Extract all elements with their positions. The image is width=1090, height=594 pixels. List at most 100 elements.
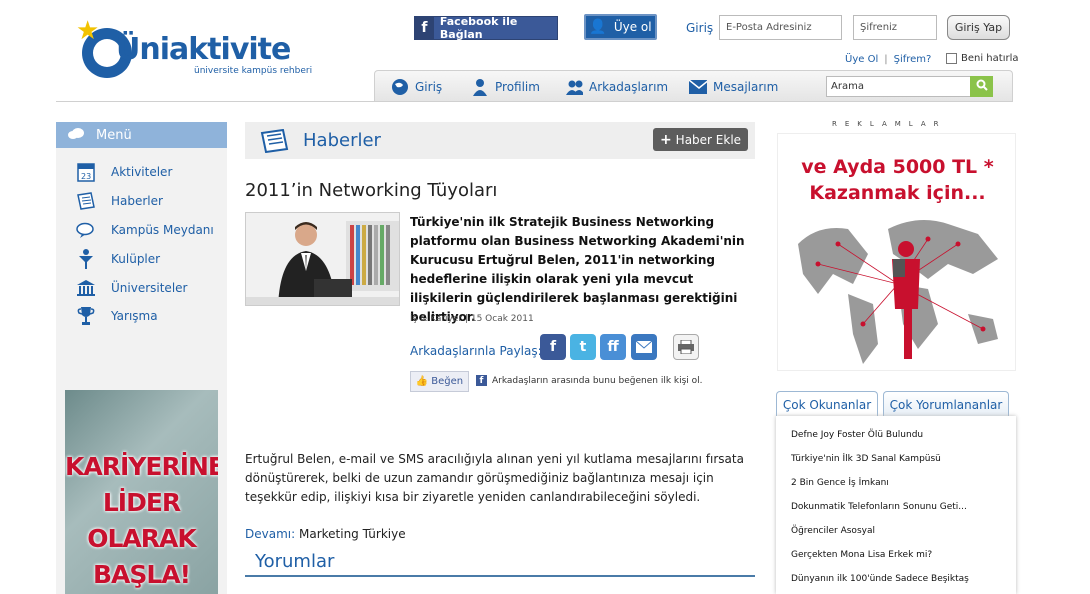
account-links: Üye Ol | Şifrem?	[845, 54, 931, 65]
like-button[interactable]: 👍 Beğen	[410, 371, 469, 392]
article-source: Devamı: Marketing Türkiye	[245, 527, 406, 541]
nav-item-arkadaslarim[interactable]: Arkadaşlarım	[565, 78, 668, 96]
add-news-button[interactable]: + Haber Ekle	[653, 128, 748, 151]
tab-cok-yorumlananlar[interactable]: Çok Yorumlananlar	[883, 391, 1009, 417]
list-item[interactable]: Dünyanın ilk 100'ünde Sadece Beşiktaş	[791, 574, 969, 584]
sidebar-item-haberler[interactable]: Haberler	[76, 191, 163, 211]
list-item[interactable]: 2 Bin Gence İş İmkanı	[791, 478, 889, 488]
trophy-icon	[76, 306, 96, 326]
list-item[interactable]: Öğrenciler Asosyal	[791, 526, 875, 536]
remember-label: Beni hatırla	[961, 53, 1019, 64]
club-icon	[76, 249, 96, 269]
register-link[interactable]: Üye Ol	[845, 54, 878, 65]
facebook-connect-label: Facebook ile Bağlan	[439, 15, 518, 41]
link-separator: |	[884, 54, 888, 65]
person-icon	[471, 78, 489, 96]
login-button[interactable]: Giriş Yap	[947, 15, 1010, 40]
article-body: Ertuğrul Belen, e-mail ve SMS aracılığıy…	[245, 452, 744, 504]
forgot-password-link[interactable]: Şifrem?	[894, 54, 932, 65]
list-item[interactable]: Dokunmatik Telefonların Sonunu Geti...	[791, 502, 967, 512]
twitter-share-icon[interactable]: t	[570, 334, 596, 360]
ad-headline: Kazanmak için...	[809, 182, 986, 204]
sidebar-header: Menü	[56, 122, 227, 148]
envelope-icon	[689, 78, 707, 96]
ad-text: KARİYERİNE	[65, 452, 218, 481]
list-item[interactable]: Gerçekten Mona Lisa Erkek mi?	[791, 550, 932, 560]
logo-text: Üniaktivite	[116, 32, 291, 67]
nav-label: Profilim	[495, 80, 540, 94]
friendfeed-share-icon[interactable]: ff	[600, 334, 626, 360]
sidebar-title: Menü	[96, 127, 132, 143]
sidebar: Menü 23 Aktiviteler Haberler Kampüs Meyd…	[56, 122, 227, 594]
comments-title: Yorumlar	[255, 551, 335, 572]
sidebar-ad-banner[interactable]: KARİYERİNE LİDER OLARAK BAŞLA!	[65, 390, 218, 594]
nav-item-profilim[interactable]: Profilim	[471, 78, 540, 96]
nav-item-mesajlarim[interactable]: Mesajlarım	[689, 78, 778, 96]
tab-cok-okunanlar[interactable]: Çok Okunanlar	[776, 391, 878, 417]
article-title: 2011’in Networking Tüyoları	[245, 180, 498, 201]
newspaper-icon	[76, 191, 96, 211]
sidebar-item-label: Kampüs Meydanı	[111, 223, 214, 237]
logo-subtitle: üniversite kampüs rehberi	[194, 66, 313, 76]
facebook-connect-button[interactable]: f Facebook ile Bağlan	[414, 15, 558, 41]
sidebar-item-kampus-meydani[interactable]: Kampüs Meydanı	[76, 220, 214, 240]
comments-divider	[245, 575, 755, 577]
university-icon	[76, 278, 96, 298]
sidebar-item-label: Üniversiteler	[111, 281, 188, 295]
email-share-icon[interactable]	[631, 334, 657, 360]
ads-label: REKLAMLAR	[832, 120, 947, 128]
source-label: Devamı:	[245, 527, 296, 541]
sidebar-item-yarisma[interactable]: Yarışma	[76, 306, 158, 326]
signup-button[interactable]: 👤 Üye ol	[584, 14, 657, 40]
right-ad-banner[interactable]: ve Ayda 5000 TL * Kazanmak için...	[777, 133, 1016, 371]
newspaper-icon	[259, 129, 289, 153]
facebook-icon: f	[415, 17, 434, 39]
calendar-icon-text: 23	[81, 172, 91, 181]
like-label: Beğen	[431, 376, 464, 387]
article-photo	[245, 212, 400, 306]
sidebar-item-label: Aktiviteler	[111, 165, 173, 179]
nav-item-giris[interactable]: Giriş	[391, 78, 442, 96]
ad-text: LİDER	[102, 488, 181, 517]
list-item[interactable]: Defne Joy Foster Ölü Bulundu	[791, 430, 923, 440]
thumbs-up-icon: 👍	[415, 376, 429, 387]
add-news-label: Haber Ekle	[675, 132, 742, 147]
section-title: Haberler	[303, 130, 381, 151]
nav-label: Mesajlarım	[713, 80, 779, 94]
remember-me[interactable]: Beni hatırla	[946, 53, 1019, 64]
chat-icon	[76, 220, 96, 240]
sidebar-item-universiteler[interactable]: Üniversiteler	[76, 278, 187, 298]
search-value: Arama	[831, 81, 864, 92]
search-input[interactable]: Arama	[826, 76, 971, 97]
calendar-icon: 23	[76, 162, 96, 182]
login-label: Giriş	[686, 21, 714, 35]
star-icon: ★	[76, 16, 100, 46]
sidebar-item-aktiviteler[interactable]: 23 Aktiviteler	[76, 162, 172, 182]
sidebar-item-kulupler[interactable]: Kulüpler	[76, 249, 160, 269]
remember-checkbox[interactable]	[946, 53, 957, 64]
facebook-share-icon[interactable]: f	[540, 334, 566, 360]
friends-icon	[565, 78, 583, 96]
print-icon[interactable]	[673, 334, 699, 360]
plus-icon: +	[659, 131, 672, 148]
share-label: Arkadaşlarınla Paylaş:	[410, 344, 542, 358]
email-input[interactable]: E-Posta Adresiniz	[719, 15, 842, 40]
password-placeholder: Şifreniz	[860, 22, 898, 33]
popular-list: Defne Joy Foster Ölü Bulundu Türkiye'nin…	[776, 416, 1016, 594]
article-meta: İş & Kariyer | 15 Ocak 2011	[410, 314, 534, 324]
sidebar-item-label: Kulüpler	[111, 252, 161, 266]
password-input[interactable]: Şifreniz	[853, 15, 937, 40]
site-logo[interactable]: ★ Üniaktivite üniversite kampüs rehberi	[76, 18, 332, 80]
sidebar-item-label: Yarışma	[111, 309, 158, 323]
search-button[interactable]	[970, 76, 993, 97]
nav-label: Arkadaşlarım	[589, 80, 669, 94]
search-icon	[976, 79, 988, 94]
facebook-icon: f	[476, 375, 487, 386]
article-lead: Türkiye'nin ilk Stratejik Business Netwo…	[410, 215, 745, 324]
like-info: f Arkadaşların arasında bunu beğenen ilk…	[476, 375, 703, 386]
cloud-icon	[56, 127, 96, 143]
list-item[interactable]: Türkiye'nin İlk 3D Sanal Kampüsü	[791, 454, 941, 464]
person-icon: 👤	[589, 19, 607, 35]
ad-text: BAŞLA!	[92, 560, 191, 589]
email-placeholder: E-Posta Adresiniz	[726, 22, 812, 33]
